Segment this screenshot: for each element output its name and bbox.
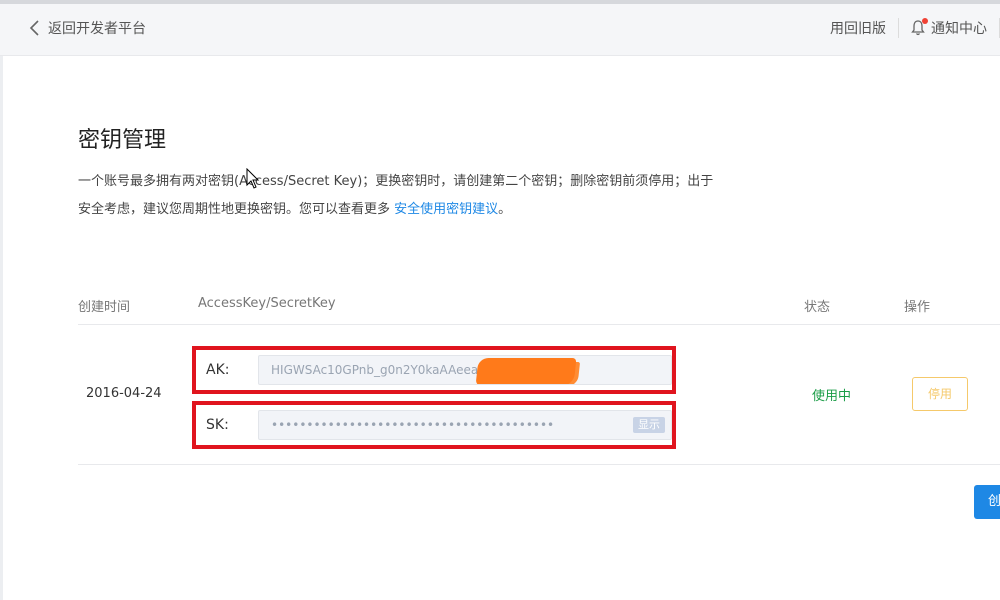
- access-key-field[interactable]: HIGWSAc10GPnb_g0n2Y0kaAAeeama: [258, 355, 672, 385]
- ak-label: AK:: [206, 362, 230, 378]
- top-right-actions: 用回旧版 通知中心: [818, 18, 1000, 38]
- page-title: 密钥管理: [78, 128, 167, 153]
- mouse-cursor-icon: [246, 168, 260, 189]
- notification-dot: [922, 18, 928, 24]
- show-secret-button[interactable]: 显示: [633, 417, 665, 433]
- back-to-developer-platform-link[interactable]: 返回开发者平台: [28, 18, 146, 38]
- column-keys: AccessKey/SecretKey: [198, 296, 336, 311]
- sk-label: SK:: [206, 417, 229, 433]
- description-end: 。: [498, 202, 512, 217]
- secret-key-highlight: SK: ••••••••••••••••••••••••••••••••••••…: [192, 401, 676, 449]
- access-key-highlight: AK: HIGWSAc10GPnb_g0n2Y0kaAAeeama: [192, 346, 676, 394]
- old-version-link[interactable]: 用回旧版: [818, 18, 898, 38]
- top-bar: 返回开发者平台 用回旧版 通知中心: [0, 0, 1000, 56]
- column-action: 操作: [904, 300, 931, 315]
- status-badge: 使用中: [812, 389, 852, 404]
- table-header: 创建时间 AccessKey/SecretKey 状态 操作: [78, 284, 1000, 325]
- back-label: 返回开发者平台: [48, 21, 146, 37]
- create-key-button[interactable]: 创: [974, 485, 1000, 519]
- column-created: 创建时间: [78, 300, 131, 315]
- security-advice-link[interactable]: 安全使用密钥建议: [394, 202, 498, 217]
- left-edge: [0, 56, 3, 600]
- created-date: 2016-04-24: [86, 386, 162, 401]
- redaction-scribble: [475, 358, 577, 384]
- secret-key-field[interactable]: ••••••••••••••••••••••••••••••••••••••••…: [258, 410, 672, 440]
- chevron-left-icon: [29, 20, 39, 36]
- notify-label: 通知中心: [931, 21, 987, 37]
- page-description: 一个账号最多拥有两对密钥(Access/Secret Key)；更换密钥时，请创…: [78, 168, 718, 224]
- bell-icon: [911, 18, 928, 36]
- table-row: 2016-04-24 AK: HIGWSAc10GPnb_g0n2Y0kaAAe…: [78, 325, 1000, 465]
- access-key-value: HIGWSAc10GPnb_g0n2Y0kaAAeeama: [271, 363, 498, 377]
- notification-center-link[interactable]: 通知中心: [899, 18, 999, 38]
- secret-key-masked: ••••••••••••••••••••••••••••••••••••••••: [271, 418, 555, 432]
- column-status: 状态: [804, 300, 831, 315]
- disable-key-button[interactable]: 停用: [912, 377, 968, 411]
